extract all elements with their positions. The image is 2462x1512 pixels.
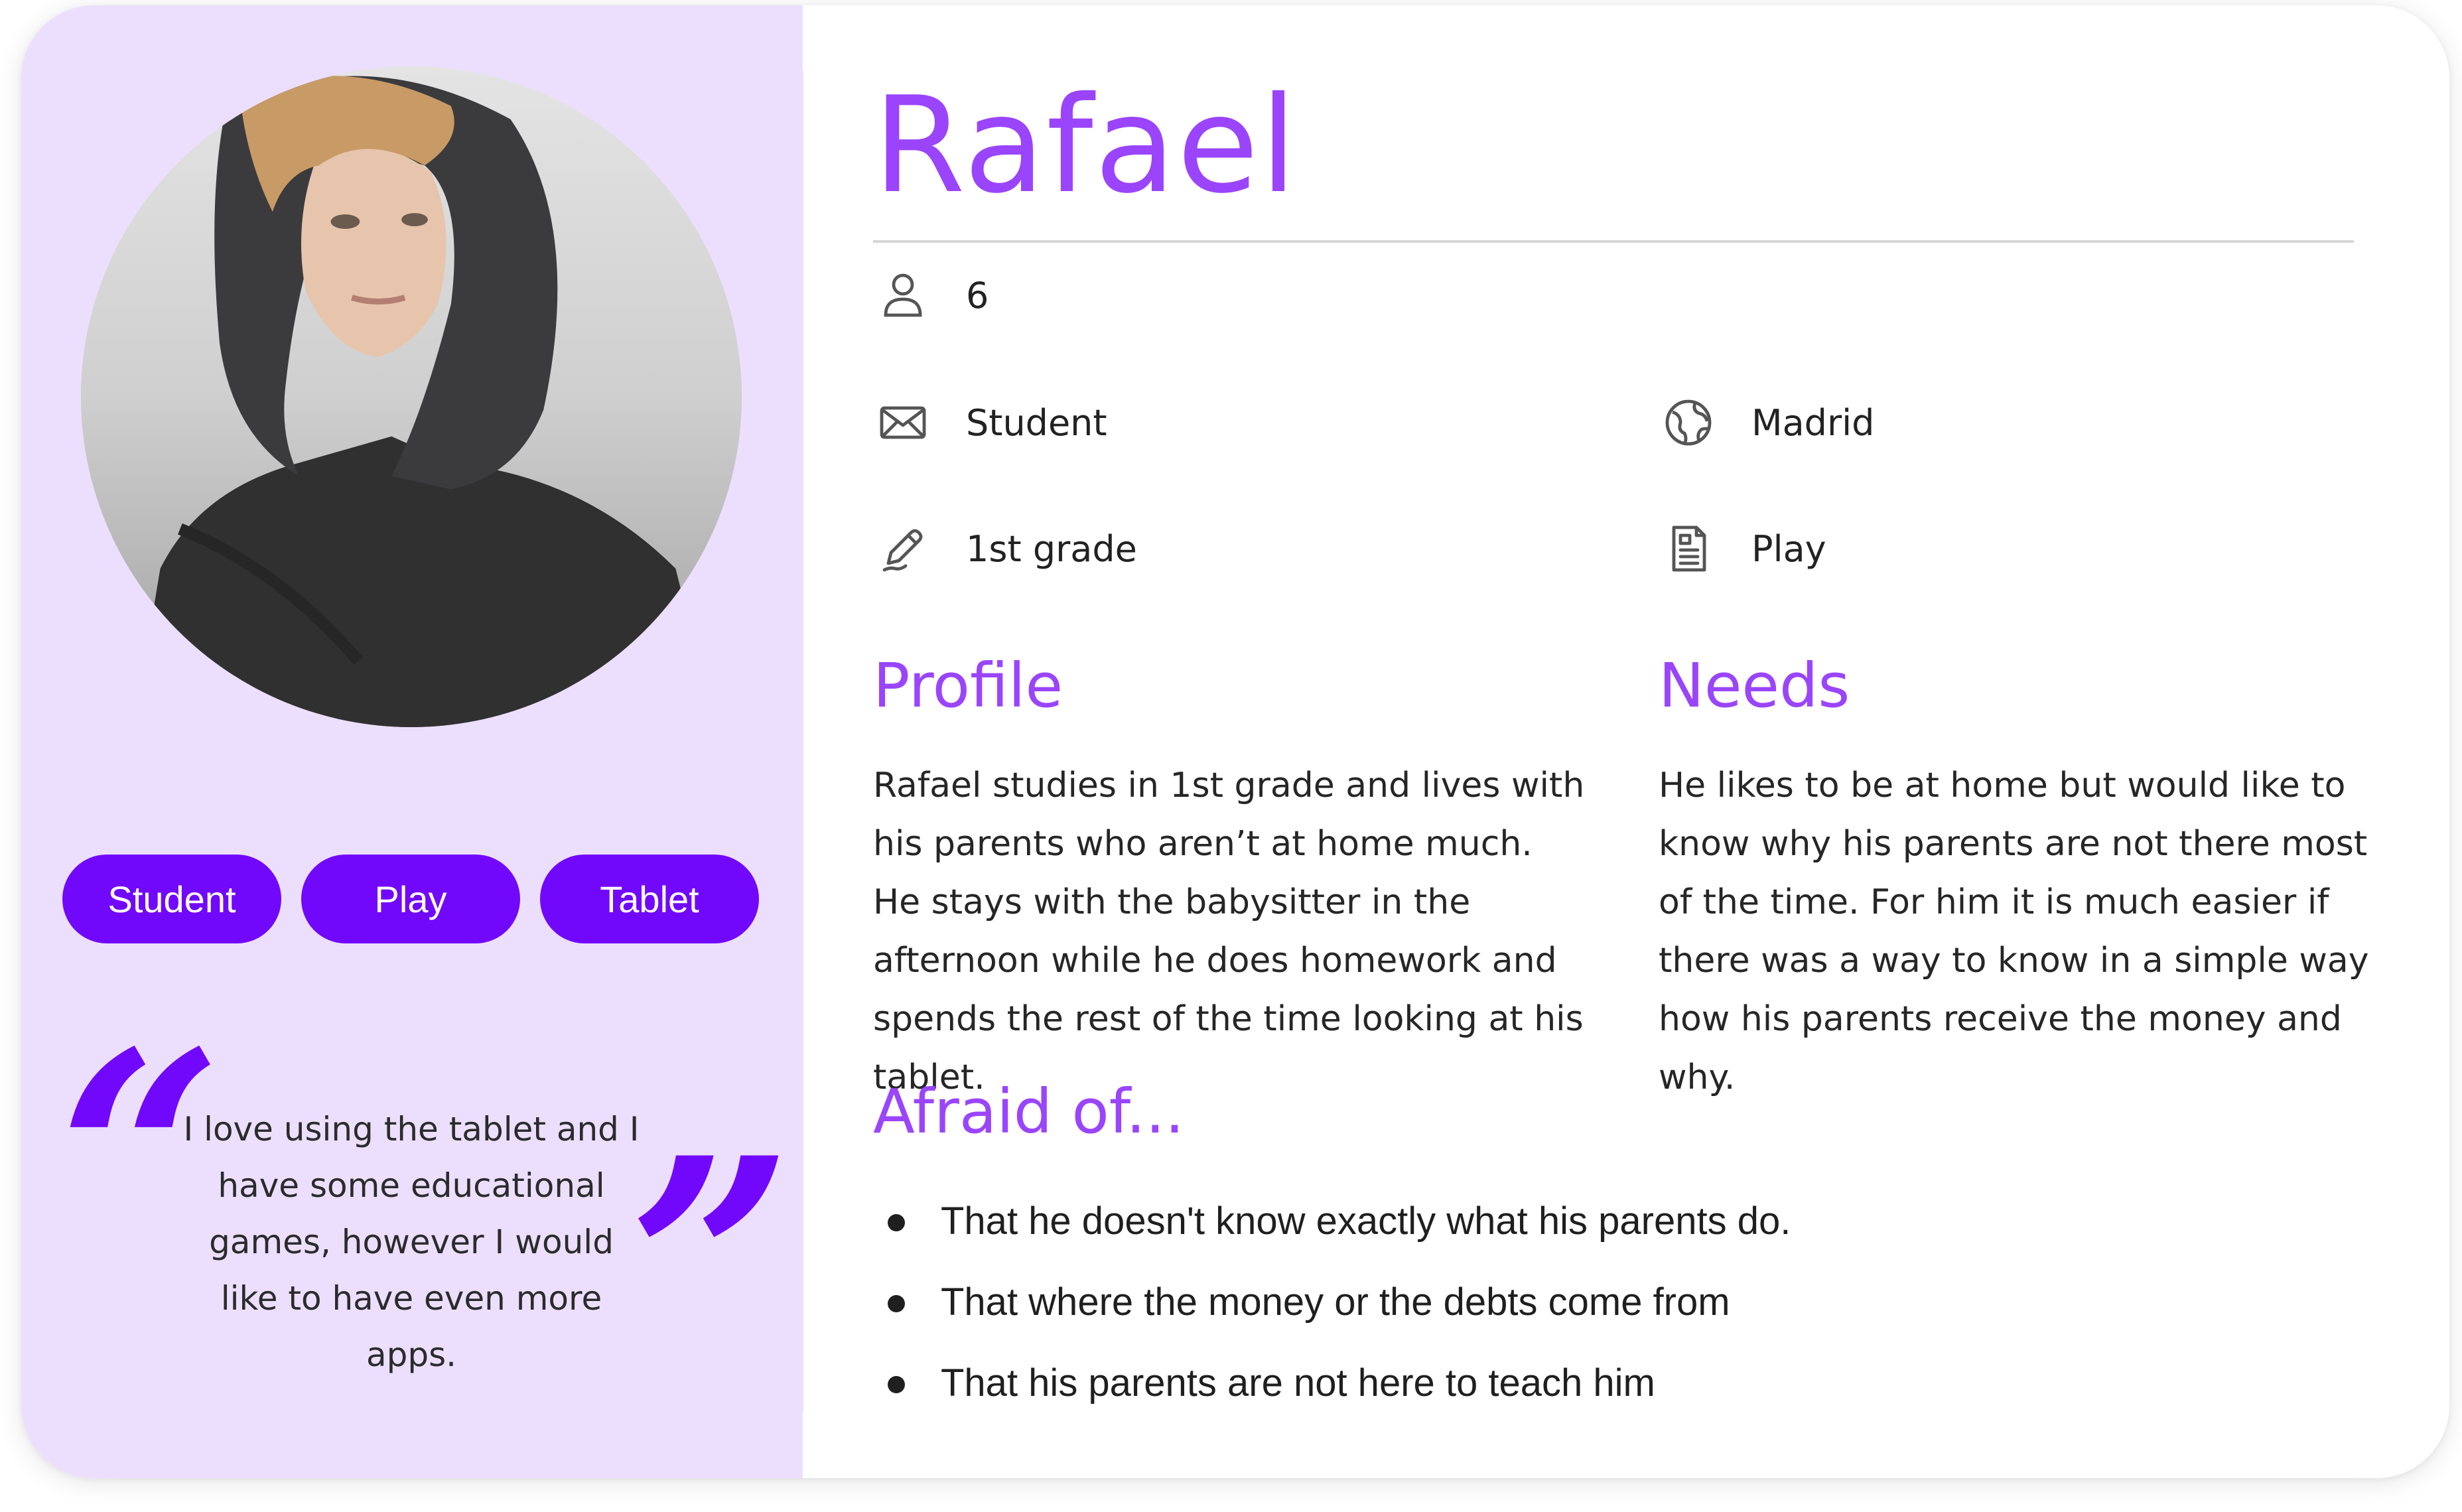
- quote-close-mark: ”: [629, 1096, 793, 1431]
- info-education: 1st grade: [873, 519, 1137, 579]
- interest-value: Play: [1751, 527, 1826, 570]
- document-icon: [1659, 519, 1718, 579]
- tag-student[interactable]: Student: [62, 855, 281, 943]
- location-value: Madrid: [1751, 401, 1875, 444]
- info-location: Madrid: [1659, 393, 1874, 452]
- mail-icon: [873, 393, 933, 452]
- avatar: [81, 66, 742, 727]
- persona-name: Rafael: [873, 68, 1298, 223]
- list-item: That he doesn't know exactly what his pa…: [888, 1181, 1791, 1262]
- afraid-list: That he doesn't know exactly what his pa…: [888, 1181, 1791, 1424]
- needs-heading: Needs: [1659, 650, 1850, 721]
- tag-tablet[interactable]: Tablet: [540, 855, 759, 943]
- info-interest: Play: [1659, 519, 1826, 579]
- info-occupation: Student: [873, 393, 1107, 452]
- list-item: That his parents are not here to teach h…: [888, 1343, 1791, 1424]
- info-age: 6: [873, 265, 989, 325]
- age-value: 6: [966, 274, 989, 316]
- globe-icon: [1659, 393, 1718, 452]
- profile-heading: Profile: [873, 650, 1063, 721]
- list-item: That where the money or the debts come f…: [888, 1262, 1791, 1343]
- divider: [873, 240, 2354, 243]
- afraid-heading: Afraid of...: [873, 1076, 1185, 1147]
- tag-play[interactable]: Play: [301, 855, 520, 943]
- user-icon: [873, 265, 933, 325]
- pen-icon: [873, 519, 933, 579]
- needs-text: He likes to be at home but would like to…: [1659, 766, 2369, 1097]
- education-value: 1st grade: [966, 527, 1137, 570]
- persona-quote: I love using the tablet and I have some …: [183, 1110, 640, 1374]
- profile-text: Rafael studies in 1st grade and lives wi…: [873, 766, 1585, 1097]
- occupation-value: Student: [966, 401, 1107, 444]
